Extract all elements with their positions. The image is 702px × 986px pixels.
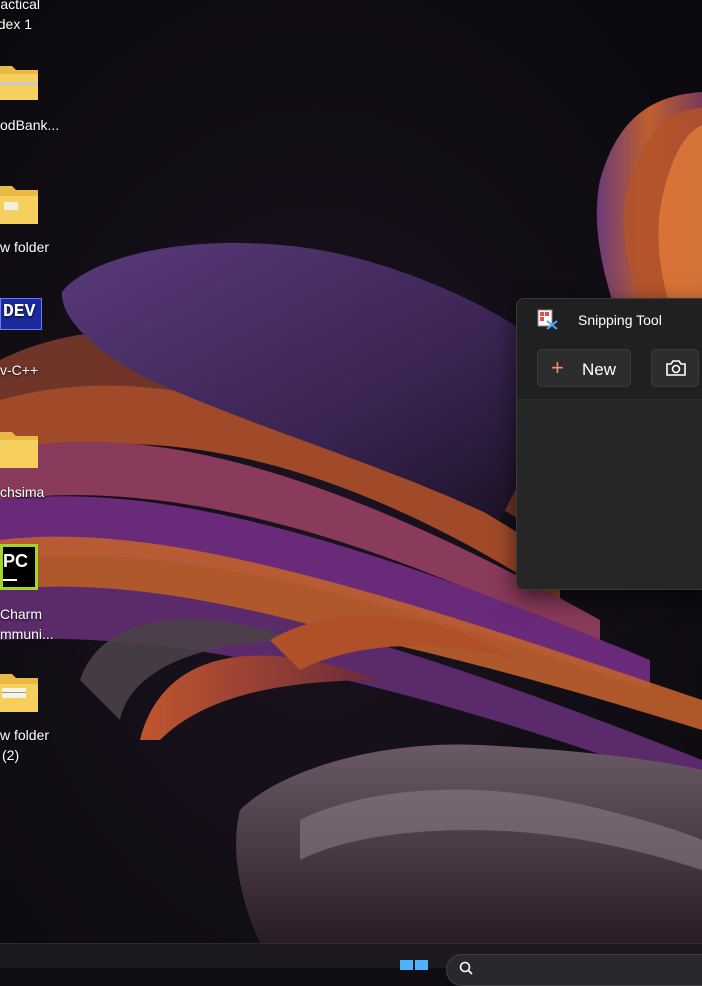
screenshot-mode-button[interactable] (651, 349, 699, 387)
pycharm-badge: PC (3, 551, 29, 571)
windows-logo-icon[interactable] (400, 960, 428, 970)
desktop-icon-label: (2) (2, 747, 20, 763)
snipping-tool-window[interactable]: Snipping Tool + New (516, 298, 702, 590)
desktop-icon-file[interactable]: actical dex 1 (0, 0, 60, 34)
snip-canvas-area (517, 400, 702, 589)
pycharm-underscore (3, 579, 17, 581)
snipping-toolbar: + New (517, 343, 702, 400)
camera-icon (666, 360, 686, 376)
desktop-icon-label: actical (0, 0, 40, 12)
taskbar-search-box[interactable] (446, 954, 702, 986)
desktop-icon-label: odBank... (0, 117, 60, 133)
devcpp-badge: DEV (3, 302, 36, 322)
title-bar[interactable]: Snipping Tool (517, 299, 702, 343)
folder-icon (0, 186, 38, 224)
desktop-icon-label: w folder (0, 239, 50, 255)
taskbar (0, 943, 702, 986)
new-button-label: New (582, 360, 617, 379)
desktop-icon-label: chsima (0, 484, 45, 500)
snipping-tool-app-icon (537, 309, 558, 330)
pycharm-icon: PC (0, 544, 38, 590)
folder-icon (0, 432, 38, 468)
desktop-icon-label: v-C++ (0, 362, 39, 378)
plus-icon: + (551, 355, 564, 380)
window-title: Snipping Tool (578, 312, 662, 328)
desktop-icon-label: mmuni... (0, 626, 54, 642)
desktop-icon-label: dex 1 (0, 16, 32, 32)
search-icon (459, 961, 473, 975)
zip-folder-icon (0, 66, 38, 100)
devcpp-icon: DEV (0, 298, 42, 330)
desktop-icon-label: w folder (0, 727, 50, 743)
new-snip-button[interactable]: + New (537, 349, 631, 387)
folder-icon (0, 674, 38, 712)
desktop-icon-label: Charm (0, 606, 43, 622)
